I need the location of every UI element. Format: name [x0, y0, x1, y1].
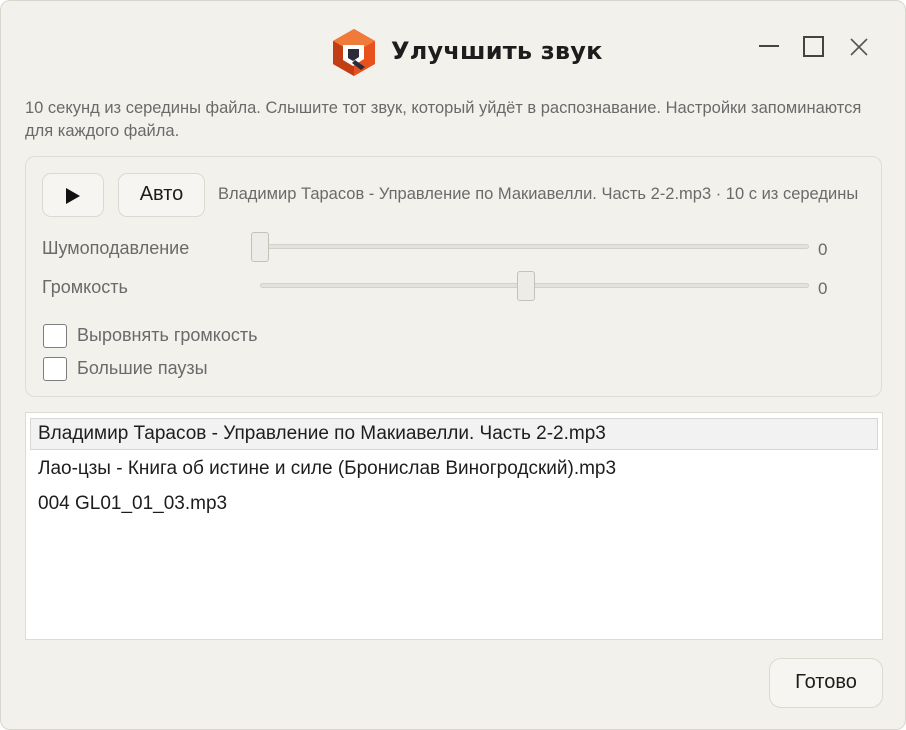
noise-reduction-thumb[interactable] — [251, 232, 269, 262]
window-title: Улучшить звук — [391, 37, 603, 65]
play-icon — [66, 188, 80, 204]
noise-reduction-track[interactable] — [260, 244, 809, 249]
maximize-icon — [798, 31, 830, 63]
app-logo-icon — [331, 27, 377, 77]
list-item[interactable]: Лао-цзы - Книга об истине и силе (Бронис… — [30, 453, 878, 485]
long-pauses-label: Большие паузы — [77, 358, 208, 378]
minimize-button[interactable] — [753, 31, 785, 63]
volume-track[interactable] — [260, 283, 809, 288]
checkbox-box[interactable] — [43, 324, 67, 348]
file-list[interactable]: Владимир Тарасов - Управление по Макиаве… — [25, 412, 883, 640]
noise-reduction-label: Шумоподавление — [42, 238, 190, 258]
done-button[interactable]: Готово — [769, 658, 883, 708]
normalize-volume-label: Выровнять громкость — [77, 325, 258, 345]
description-text: 10 секунд из середины файла. Слышите тот… — [25, 99, 862, 140]
close-icon — [843, 31, 875, 63]
volume-label: Громкость — [42, 277, 128, 297]
volume-thumb[interactable] — [516, 271, 535, 301]
volume-value: 0 — [818, 279, 828, 298]
minimize-icon — [753, 31, 785, 63]
noise-reduction-value: 0 — [818, 240, 828, 259]
list-item[interactable]: 004 GL01_01_03.mp3 — [30, 488, 878, 520]
list-item[interactable]: Владимир Тарасов - Управление по Макиаве… — [30, 418, 878, 450]
settings-panel: Авто Владимир Тарасов - Управление по Ма… — [25, 156, 882, 397]
close-button[interactable] — [843, 31, 875, 63]
play-button[interactable] — [42, 173, 104, 217]
checkbox-box[interactable] — [43, 357, 67, 381]
enhance-sound-dialog: Улучшить звук 10 секунд из середины файл… — [0, 0, 906, 730]
maximize-button[interactable] — [798, 31, 830, 63]
auto-button[interactable]: Авто — [118, 173, 205, 217]
preview-file-info: Владимир Тарасов - Управление по Макиаве… — [218, 185, 859, 203]
title-bar: Улучшить звук — [1, 1, 905, 97]
